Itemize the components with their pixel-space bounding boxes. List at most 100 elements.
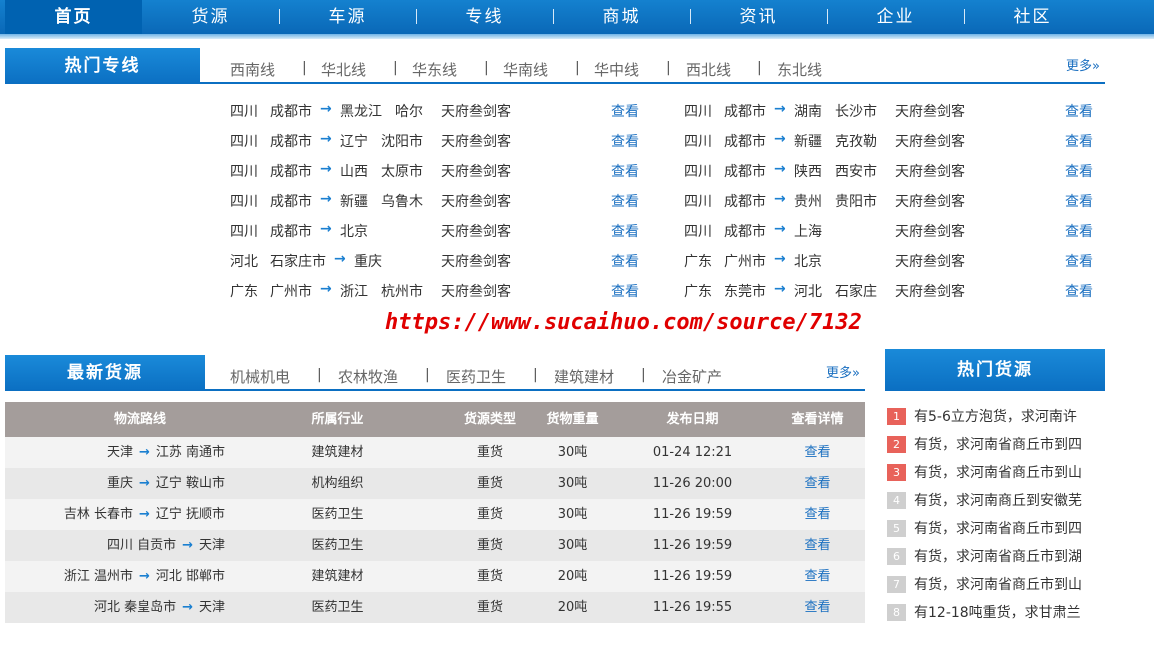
route-to-city: 哈尔 bbox=[395, 104, 423, 120]
route-view-link[interactable]: 查看 bbox=[611, 131, 639, 151]
hot-goods-item[interactable]: 3 有货，求河南省商丘市到山 bbox=[887, 463, 1112, 483]
rank-badge: 1 bbox=[887, 408, 906, 425]
route-to-city: 贵阳市 bbox=[835, 194, 877, 210]
hot-goods-item[interactable]: 7 有货，求河南省商丘市到山 bbox=[887, 575, 1112, 595]
row-route-to: 辽宁 鞍山市 bbox=[155, 476, 225, 491]
row-type: 重货 bbox=[476, 569, 503, 584]
route-view-link[interactable]: 查看 bbox=[1065, 221, 1093, 241]
route-company: 天府叁剑客 bbox=[441, 134, 511, 150]
latest-goods-more-link[interactable]: 更多» bbox=[826, 362, 860, 381]
tab-metallurgy[interactable]: 冶金矿产 bbox=[662, 366, 722, 387]
tab-central[interactable]: 华中线 bbox=[594, 59, 639, 80]
route-view-link[interactable]: 查看 bbox=[1065, 101, 1093, 121]
row-weight: 20吨 bbox=[557, 569, 588, 584]
route-to-province: 黑龙江 bbox=[340, 104, 382, 120]
route-arrow-icon: → bbox=[774, 131, 786, 147]
tab-medicine[interactable]: 医药卫生 bbox=[446, 366, 506, 387]
tab-north[interactable]: 华北线 bbox=[321, 59, 366, 80]
nav-item-news[interactable]: 资讯 bbox=[690, 0, 827, 34]
route-view-link[interactable]: 查看 bbox=[1065, 191, 1093, 211]
route-from-city: 成都市 bbox=[270, 104, 312, 120]
tab-separator: | bbox=[533, 367, 538, 383]
row-detail-link[interactable]: 查看 bbox=[765, 468, 870, 499]
route-view-link[interactable]: 查看 bbox=[611, 281, 639, 301]
route-to-province: 河北 bbox=[794, 284, 822, 300]
route-view-link[interactable]: 查看 bbox=[611, 161, 639, 181]
hot-goods-item[interactable]: 8 有12-18吨重货，求甘肃兰 bbox=[887, 603, 1112, 623]
hot-goods-text: 有货，求河南省商丘市到湖 bbox=[914, 549, 1082, 565]
hot-goods-item[interactable]: 2 有货，求河南省商丘市到四 bbox=[887, 435, 1112, 455]
tab-separator: | bbox=[317, 367, 322, 383]
route-view-link[interactable]: 查看 bbox=[611, 191, 639, 211]
route-view-link[interactable]: 查看 bbox=[611, 221, 639, 241]
tab-separator: | bbox=[393, 60, 398, 76]
route-company: 天府叁剑客 bbox=[895, 104, 965, 120]
nav-item-companies[interactable]: 企业 bbox=[827, 0, 964, 34]
route-from-province: 四川 bbox=[684, 224, 712, 240]
hot-goods-item[interactable]: 4 有货，求河南商丘到安徽芜 bbox=[887, 491, 1112, 511]
tab-southwest[interactable]: 西南线 bbox=[230, 59, 275, 80]
route-from-province: 四川 bbox=[684, 134, 712, 150]
route-company: 天府叁剑客 bbox=[895, 254, 965, 270]
route-to-province: 山西 bbox=[340, 164, 368, 180]
hot-lines-more-link[interactable]: 更多» bbox=[1066, 55, 1100, 74]
route-row: 四川 成都市 → 湖南 长沙市 天府叁剑客 查看 bbox=[684, 101, 1114, 121]
hot-goods-text: 有货，求河南省商丘市到四 bbox=[914, 521, 1082, 537]
col-weight: 货物重量 bbox=[546, 412, 599, 427]
row-industry: 建筑建材 bbox=[311, 445, 364, 460]
row-date: 01-24 12:21 bbox=[652, 445, 733, 460]
route-company: 天府叁剑客 bbox=[895, 194, 965, 210]
route-arrow-icon: → bbox=[320, 161, 332, 177]
route-to-city: 杭州市 bbox=[381, 284, 423, 300]
rank-badge: 6 bbox=[887, 548, 906, 565]
route-view-link[interactable]: 查看 bbox=[611, 251, 639, 271]
nav-item-goods[interactable]: 货源 bbox=[142, 0, 279, 34]
row-industry: 机构组织 bbox=[311, 476, 364, 491]
route-view-link[interactable]: 查看 bbox=[1065, 251, 1093, 271]
route-row: 河北 石家庄市 → 重庆 天府叁剑客 查看 bbox=[230, 251, 660, 271]
tab-agriculture[interactable]: 农林牧渔 bbox=[338, 366, 398, 387]
tab-south[interactable]: 华南线 bbox=[503, 59, 548, 80]
row-weight: 30吨 bbox=[557, 445, 588, 460]
row-industry: 医药卫生 bbox=[311, 538, 364, 553]
route-company: 天府叁剑客 bbox=[441, 284, 511, 300]
row-industry: 医药卫生 bbox=[311, 600, 364, 615]
row-detail-link[interactable]: 查看 bbox=[765, 530, 870, 561]
row-route-to: 天津 bbox=[198, 600, 225, 615]
tab-building[interactable]: 建筑建材 bbox=[554, 366, 614, 387]
rank-badge: 2 bbox=[887, 436, 906, 453]
row-detail-link[interactable]: 查看 bbox=[765, 561, 870, 592]
row-detail-link[interactable]: 查看 bbox=[765, 592, 870, 623]
nav-item-mall[interactable]: 商城 bbox=[553, 0, 690, 34]
route-view-link[interactable]: 查看 bbox=[611, 101, 639, 121]
nav-item-community[interactable]: 社区 bbox=[964, 0, 1101, 34]
hot-goods-item[interactable]: 1 有5-6立方泡货，求河南许 bbox=[887, 407, 1112, 427]
row-type: 重货 bbox=[476, 600, 503, 615]
tab-machinery[interactable]: 机械机电 bbox=[230, 366, 290, 387]
nav-item-home[interactable]: 首页 bbox=[5, 0, 142, 34]
tab-separator: | bbox=[484, 60, 489, 76]
row-detail-link[interactable]: 查看 bbox=[765, 499, 870, 530]
row-route-to: 辽宁 抚顺市 bbox=[155, 507, 225, 522]
latest-goods-title: 最新货源 bbox=[5, 355, 205, 391]
route-view-link[interactable]: 查看 bbox=[1065, 281, 1093, 301]
route-row: 广东 广州市 → 北京 天府叁剑客 查看 bbox=[684, 251, 1114, 271]
route-view-link[interactable]: 查看 bbox=[1065, 131, 1093, 151]
route-view-link[interactable]: 查看 bbox=[1065, 161, 1093, 181]
tab-northwest[interactable]: 西北线 bbox=[686, 59, 731, 80]
hot-goods-item[interactable]: 6 有货，求河南省商丘市到湖 bbox=[887, 547, 1112, 567]
row-route-from: 四川 自贡市 bbox=[106, 538, 177, 553]
row-route: 吉林 长春市 → 辽宁 抚顺市 bbox=[5, 499, 275, 530]
route-to-city: 西安市 bbox=[835, 164, 877, 180]
nav-item-lines[interactable]: 专线 bbox=[416, 0, 553, 34]
route-row: 四川 成都市 → 上海 天府叁剑客 查看 bbox=[684, 221, 1114, 241]
route-from-province: 河北 bbox=[230, 254, 258, 270]
row-route: 河北 秦皇岛市 → 天津 bbox=[5, 592, 275, 623]
hot-goods-item[interactable]: 5 有货，求河南省商丘市到四 bbox=[887, 519, 1112, 539]
tab-northeast[interactable]: 东北线 bbox=[777, 59, 822, 80]
nav-item-vehicles[interactable]: 车源 bbox=[279, 0, 416, 34]
row-detail-link[interactable]: 查看 bbox=[765, 437, 870, 468]
route-from-province: 广东 bbox=[230, 284, 258, 300]
table-row: 河北 秦皇岛市 → 天津 医药卫生 重货 20吨 11-26 19:55 查看 bbox=[5, 592, 865, 623]
tab-east[interactable]: 华东线 bbox=[412, 59, 457, 80]
